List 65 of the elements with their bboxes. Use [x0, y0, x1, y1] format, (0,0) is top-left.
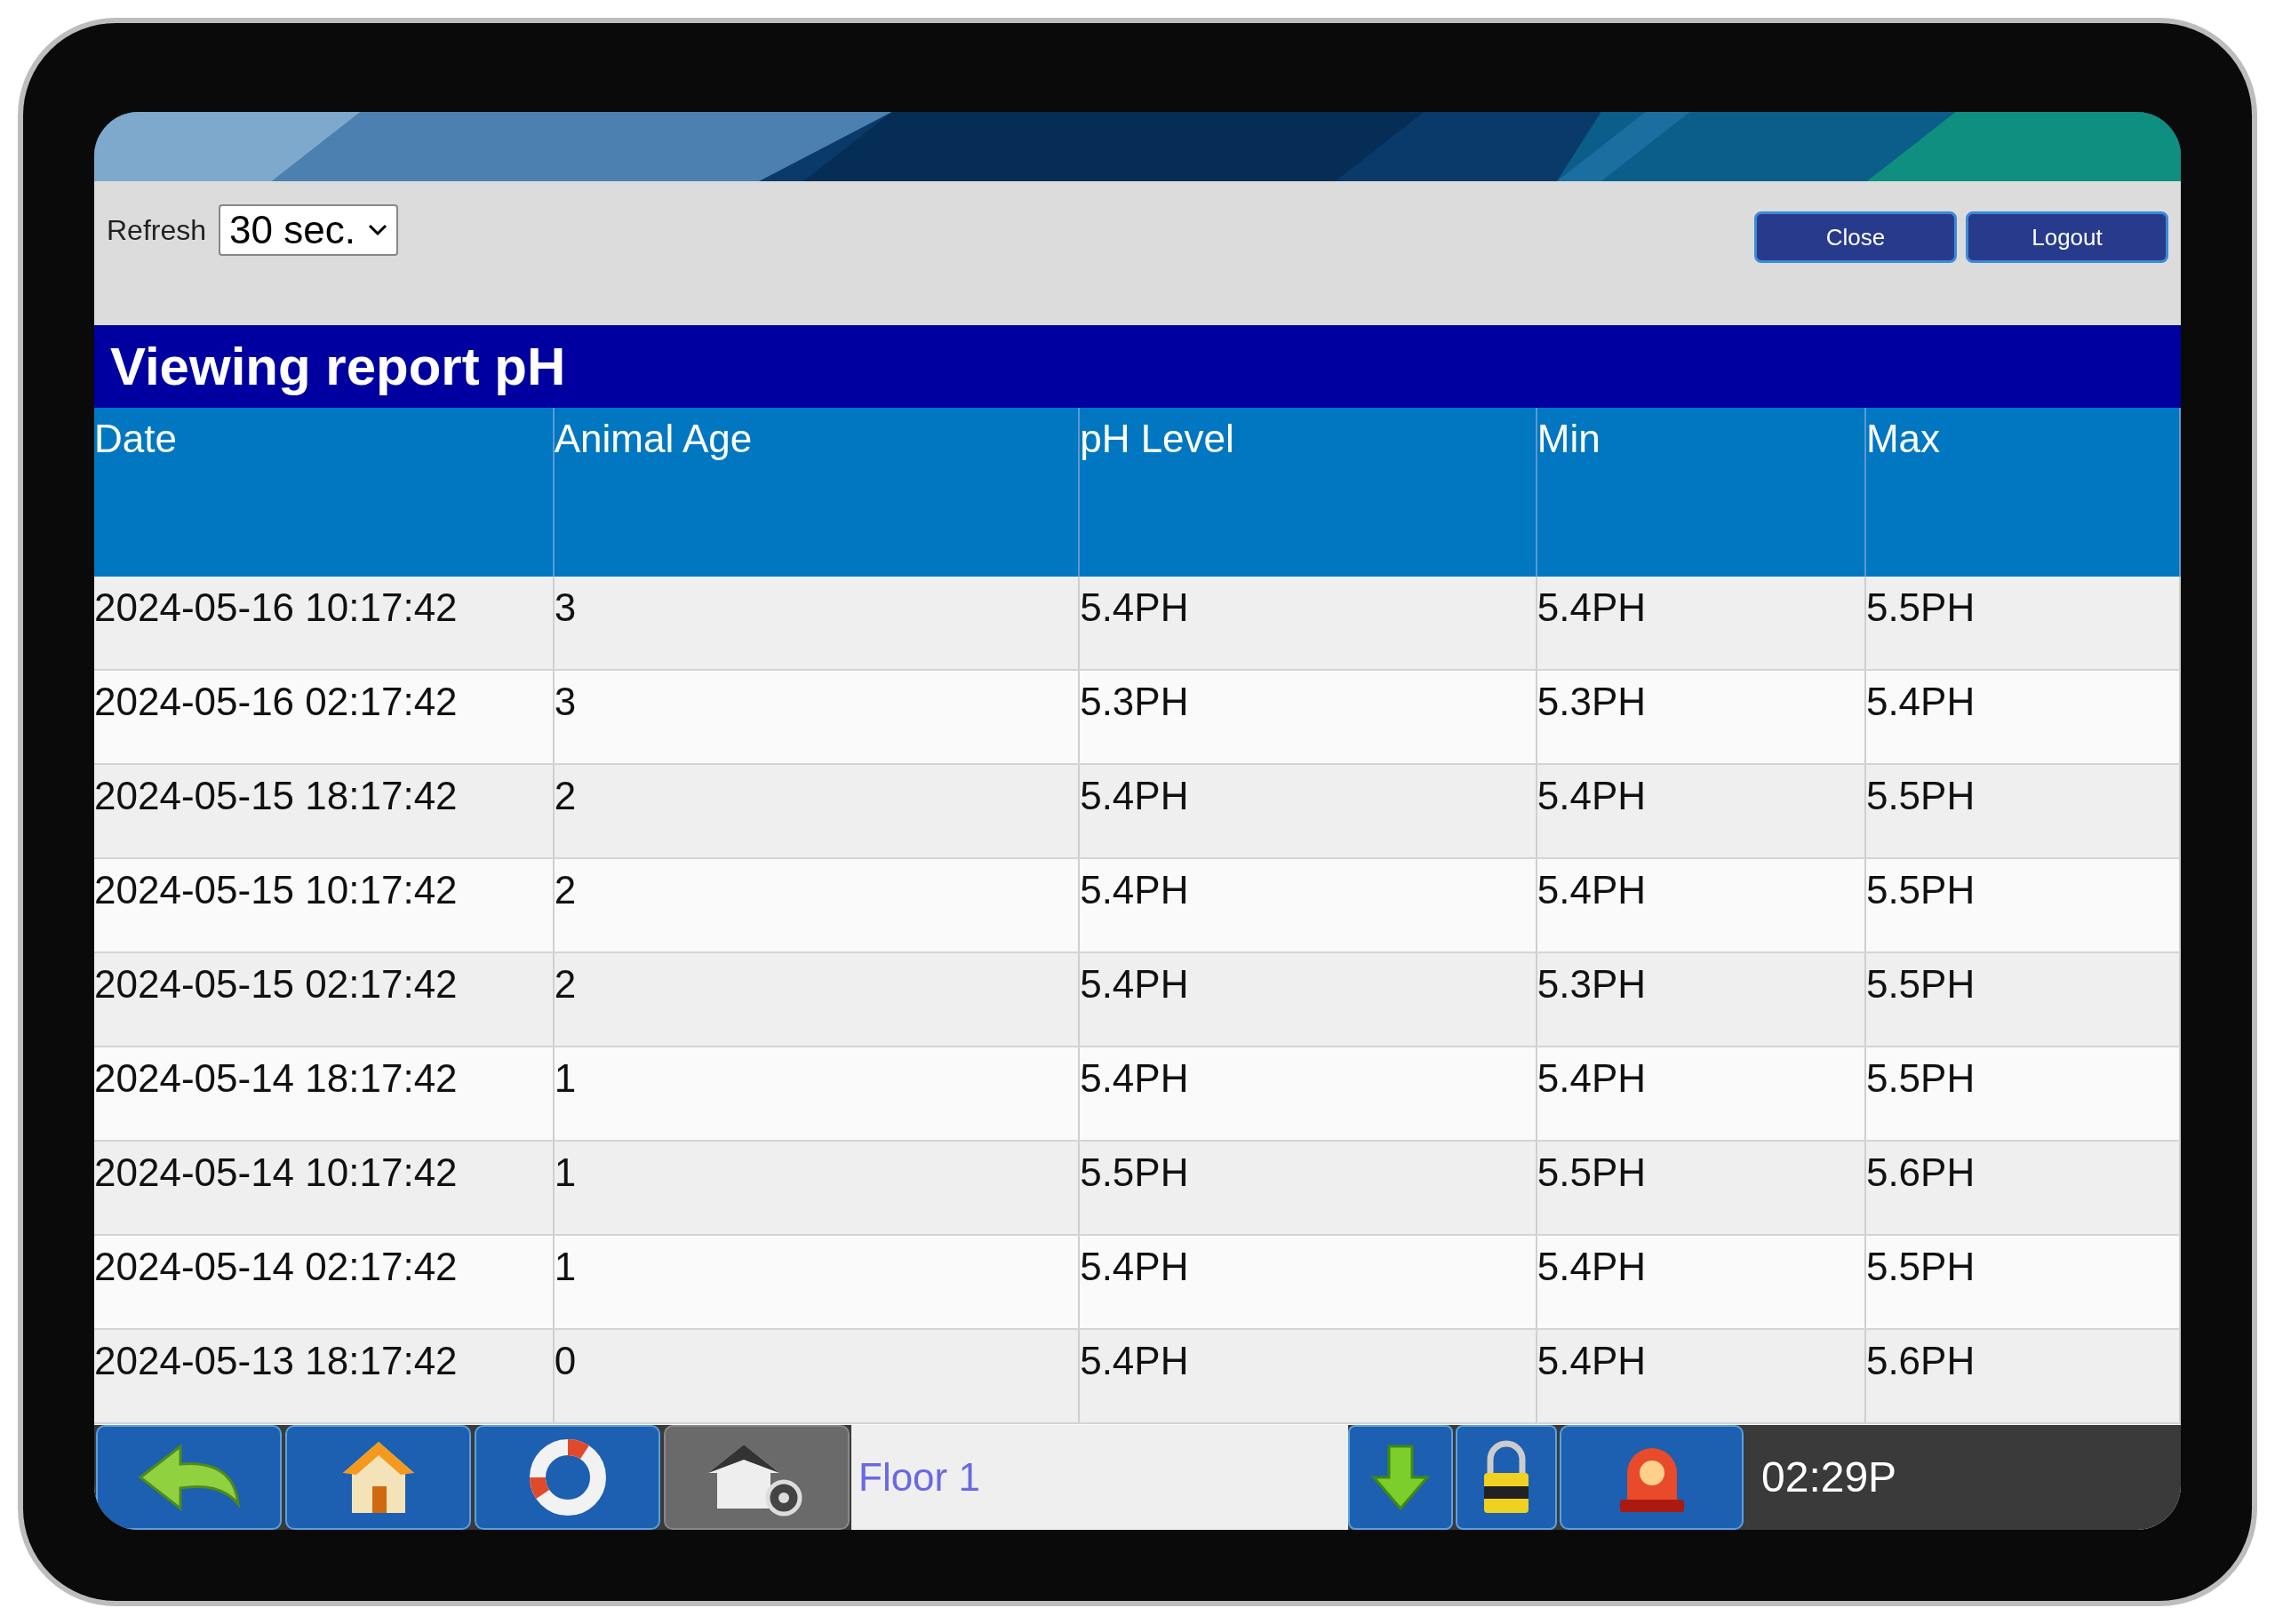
table-cell: 3: [554, 585, 577, 629]
table-cell: 0: [554, 1339, 577, 1382]
table-cell: 5.5PH: [1865, 962, 1976, 1006]
floor-label: Floor 1: [851, 1425, 1348, 1530]
table-cell: 5.3PH: [1537, 680, 1647, 723]
table-cell: 5.4PH: [1080, 585, 1189, 629]
table-cell: 5.4PH: [1080, 1245, 1189, 1288]
table-cell: 1: [554, 1056, 577, 1100]
table-cell: 5.6PH: [1865, 1339, 1976, 1382]
table-cell: 2024-05-16 10:17:42: [94, 585, 458, 629]
table-cell: 2024-05-15 18:17:42: [94, 774, 458, 817]
table-cell: 5.4PH: [1080, 962, 1189, 1006]
table-cell: 5.5PH: [1865, 774, 1976, 817]
table-cell: 5.3PH: [1080, 680, 1189, 723]
table-cell: 1: [554, 1245, 577, 1288]
table-cell: 5.4PH: [1080, 868, 1189, 912]
table-cell: 5.4PH: [1080, 1056, 1189, 1100]
table-cell: 5.4PH: [1537, 1339, 1647, 1382]
table-cell: 5.4PH: [1080, 774, 1189, 817]
report-title: Viewing report pH: [94, 325, 2181, 408]
refresh-select[interactable]: 30 sec.: [219, 204, 398, 256]
table-cell: 5.6PH: [1865, 1150, 1976, 1194]
table-cell: 2024-05-14 02:17:42: [94, 1245, 458, 1288]
table-cell: 2024-05-13 18:17:42: [94, 1339, 458, 1382]
table-cell: 5.4PH: [1865, 680, 1976, 723]
lifebuoy-icon: [527, 1437, 608, 1517]
table-cell: 2024-05-14 18:17:42: [94, 1056, 458, 1100]
column-header: pH Level: [1080, 417, 1234, 460]
column-header: Date: [94, 417, 177, 460]
table-cell: 2: [554, 774, 577, 817]
table-cell: 2024-05-14 10:17:42: [94, 1150, 458, 1194]
table-cell: 5.4PH: [1537, 868, 1647, 912]
table-cell: 5.5PH: [1865, 868, 1976, 912]
lock-button[interactable]: [1456, 1425, 1557, 1530]
column-header: Max: [1865, 417, 1941, 460]
refresh-label: Refresh: [107, 213, 207, 248]
table-cell: 3: [554, 680, 577, 723]
chevron-icon: [367, 224, 387, 236]
table-cell: 5.4PH: [1080, 1339, 1189, 1382]
help-button[interactable]: [475, 1425, 660, 1530]
back-button[interactable]: [96, 1425, 282, 1530]
close-button[interactable]: Close: [1754, 211, 1957, 263]
table-cell: 5.5PH: [1865, 1245, 1976, 1288]
home-button[interactable]: [285, 1425, 471, 1530]
table-cell: 5.4PH: [1537, 585, 1647, 629]
table-cell: 5.5PH: [1865, 1056, 1976, 1100]
clock-time: 02:29P: [1760, 1453, 1898, 1502]
logout-button[interactable]: Logout: [1966, 211, 2168, 263]
table-cell: 2024-05-15 02:17:42: [94, 962, 458, 1006]
alarm-button[interactable]: [1560, 1425, 1744, 1530]
table-cell: 5.5PH: [1080, 1150, 1189, 1194]
column-header: Animal Age: [554, 417, 753, 460]
table-cell: 5.5PH: [1537, 1150, 1647, 1194]
column-header: Min: [1537, 417, 1600, 460]
table-cell: 5.4PH: [1537, 1056, 1647, 1100]
table-cell: 5.5PH: [1865, 585, 1976, 629]
house-settings-button[interactable]: [664, 1425, 850, 1530]
table-cell: 5.4PH: [1537, 774, 1647, 817]
table-cell: 1: [554, 1150, 577, 1194]
table-cell: 5.3PH: [1537, 962, 1647, 1006]
table-cell: 2: [554, 868, 577, 912]
table-cell: 5.4PH: [1537, 1245, 1647, 1288]
table-cell: 2: [554, 962, 577, 1006]
table-cell: 2024-05-16 02:17:42: [94, 680, 458, 723]
table-cell: 2024-05-15 10:17:42: [94, 868, 458, 912]
